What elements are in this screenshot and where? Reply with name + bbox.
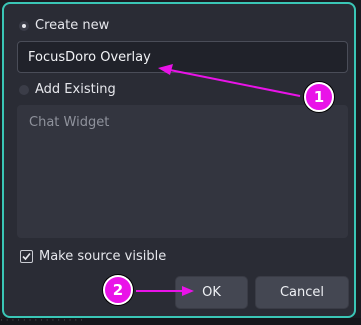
existing-sources-list[interactable]: Chat Widget: [17, 105, 348, 238]
create-new-label: Create new: [35, 18, 110, 33]
add-existing-label: Add Existing: [35, 82, 116, 97]
cancel-button[interactable]: Cancel: [255, 276, 349, 309]
ok-button[interactable]: OK: [175, 276, 248, 309]
make-visible-checkbox[interactable]: [20, 250, 33, 263]
annotation-badge-2: 2: [103, 275, 133, 305]
make-visible-option[interactable]: Make source visible: [20, 249, 166, 264]
make-visible-label: Make source visible: [39, 249, 167, 264]
add-existing-radio[interactable]: [19, 84, 29, 95]
create-new-radio[interactable]: [19, 20, 29, 31]
add-existing-option[interactable]: Add Existing: [19, 82, 116, 97]
add-source-dialog: Create new Add Existing Chat Widget Make…: [2, 2, 356, 318]
annotation-badge-1: 1: [304, 82, 334, 112]
create-new-option[interactable]: Create new: [19, 18, 109, 33]
list-item[interactable]: Chat Widget: [29, 115, 109, 130]
checkmark-icon: [22, 252, 31, 261]
source-name-input[interactable]: [17, 41, 348, 73]
background-strip: · · · · · · · · · · · · · · ·: [0, 318, 361, 325]
